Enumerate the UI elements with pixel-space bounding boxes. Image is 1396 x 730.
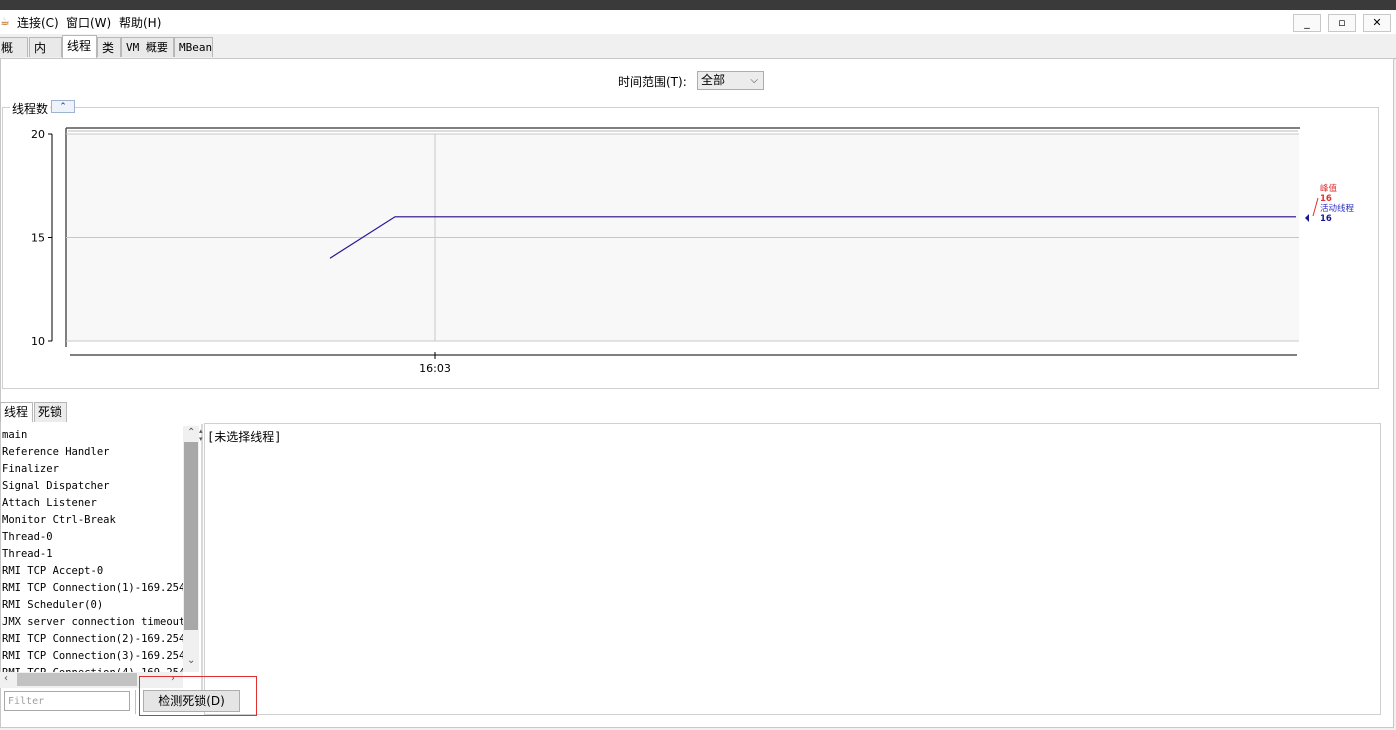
legend-live-label: 活动线程 bbox=[1320, 203, 1355, 214]
divider-arrows-icon[interactable]: ▴ ▾ bbox=[199, 427, 203, 443]
hscroll-thumb[interactable] bbox=[17, 673, 137, 686]
x-tick-label: 16:03 bbox=[419, 362, 451, 375]
thread-list-item[interactable]: main bbox=[0, 427, 183, 444]
thread-list-item[interactable]: Attach Listener bbox=[0, 495, 183, 512]
y-tick-label: 15 bbox=[31, 232, 45, 245]
thread-list-item[interactable]: RMI Scheduler(0) bbox=[0, 597, 183, 614]
subtab-deadlocks[interactable]: 死锁 bbox=[34, 402, 67, 422]
current-value-marker-icon bbox=[1305, 214, 1309, 222]
subtab-threads[interactable]: 线程 bbox=[0, 402, 33, 422]
thread-list-item[interactable]: Signal Dispatcher bbox=[0, 478, 183, 495]
vscroll-thumb[interactable] bbox=[184, 442, 198, 630]
y-tick-label: 10 bbox=[31, 335, 45, 348]
thread-list-item[interactable]: Finalizer bbox=[0, 461, 183, 478]
highlight-annotation bbox=[139, 676, 257, 716]
y-tick-label: 20 bbox=[31, 128, 45, 141]
legend-peak-label: 峰值 bbox=[1320, 183, 1338, 194]
thread-list-item[interactable]: Thread-0 bbox=[0, 529, 183, 546]
legend-live-value: 16 bbox=[1320, 214, 1332, 224]
thread-detail-text: [未选择线程] bbox=[207, 430, 282, 444]
scroll-up-icon[interactable]: ⌃ bbox=[187, 427, 195, 438]
legend-pointer-line bbox=[1312, 197, 1319, 217]
thread-list-item[interactable]: Reference Handler bbox=[0, 444, 183, 461]
filter-input[interactable] bbox=[4, 691, 130, 711]
thread-subtabs: 线程 死锁 bbox=[0, 402, 1396, 422]
legend-peak-value: 16 bbox=[1320, 194, 1332, 204]
scroll-down-icon[interactable]: ⌄ bbox=[187, 655, 195, 666]
thread-list-item[interactable]: JMX server connection timeout bbox=[0, 614, 183, 631]
thread-list-item[interactable]: Monitor Ctrl-Break bbox=[0, 512, 183, 529]
thread-list-item[interactable]: RMI TCP Accept-0 bbox=[0, 563, 183, 580]
thread-list-item[interactable]: RMI TCP Connection(3)-169.254. bbox=[0, 648, 183, 665]
thread-list-item[interactable]: RMI TCP Connection(4)-169.254. bbox=[0, 665, 183, 672]
scroll-left-icon[interactable]: ‹ bbox=[4, 673, 8, 684]
thread-list-item[interactable]: RMI TCP Connection(1)-169.254. bbox=[0, 580, 183, 597]
filter-separator bbox=[135, 690, 136, 714]
split-pane-divider[interactable] bbox=[201, 424, 203, 690]
thread-list-item[interactable]: Thread-1 bbox=[0, 546, 183, 563]
thread-list[interactable]: main Reference Handler Finalizer Signal Dis… bbox=[0, 427, 183, 672]
thread-count-chart: 20151016:03峰值16活动线程16 bbox=[31, 127, 1355, 375]
thread-detail-pane[interactable] bbox=[204, 423, 1381, 715]
thread-list-item[interactable]: RMI TCP Connection(2)-169.254. bbox=[0, 631, 183, 648]
